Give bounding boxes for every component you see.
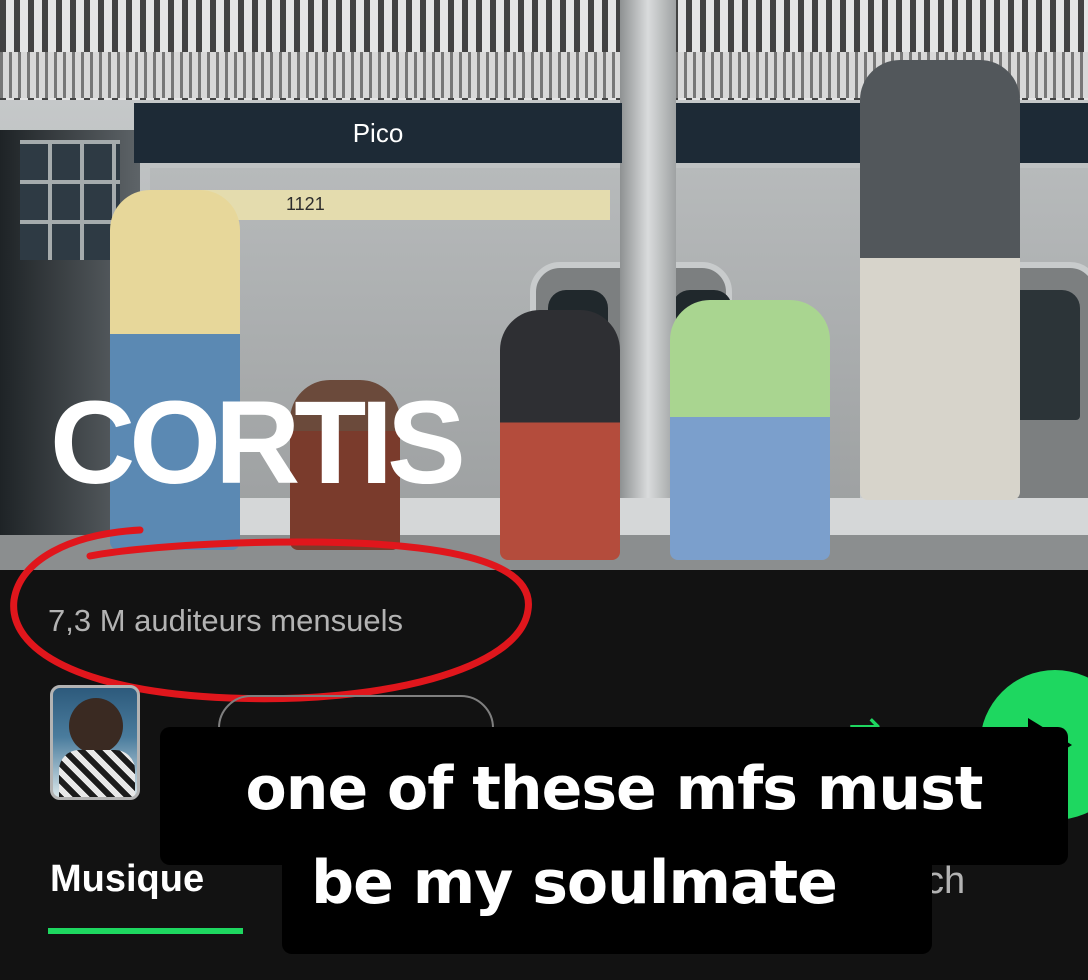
station-window-grid	[20, 140, 120, 260]
artist-name: CORTIS	[50, 377, 466, 509]
artist-hero-image: 1121 Pico CORTIS	[0, 0, 1088, 570]
thumbnail-face	[69, 698, 123, 754]
station-sign: Pico	[134, 103, 622, 163]
monthly-listeners: 7,3 M auditeurs mensuels	[48, 603, 403, 638]
caption-line-2: be my soulmate	[311, 848, 838, 918]
group-member	[860, 60, 1020, 500]
group-member	[500, 310, 620, 560]
caption-line-1: one of these mfs must	[245, 754, 984, 824]
group-member	[670, 300, 830, 560]
artist-thumbnail[interactable]	[50, 685, 140, 800]
artist-page: 1121 Pico CORTIS 7,3 M auditeurs mensuel…	[0, 0, 1088, 980]
meme-caption: one of these mfs must be my soulmate	[160, 742, 1068, 930]
station-pillar	[620, 0, 676, 510]
thumbnail-shirt	[59, 750, 135, 797]
train-number: 1121	[286, 194, 325, 214]
